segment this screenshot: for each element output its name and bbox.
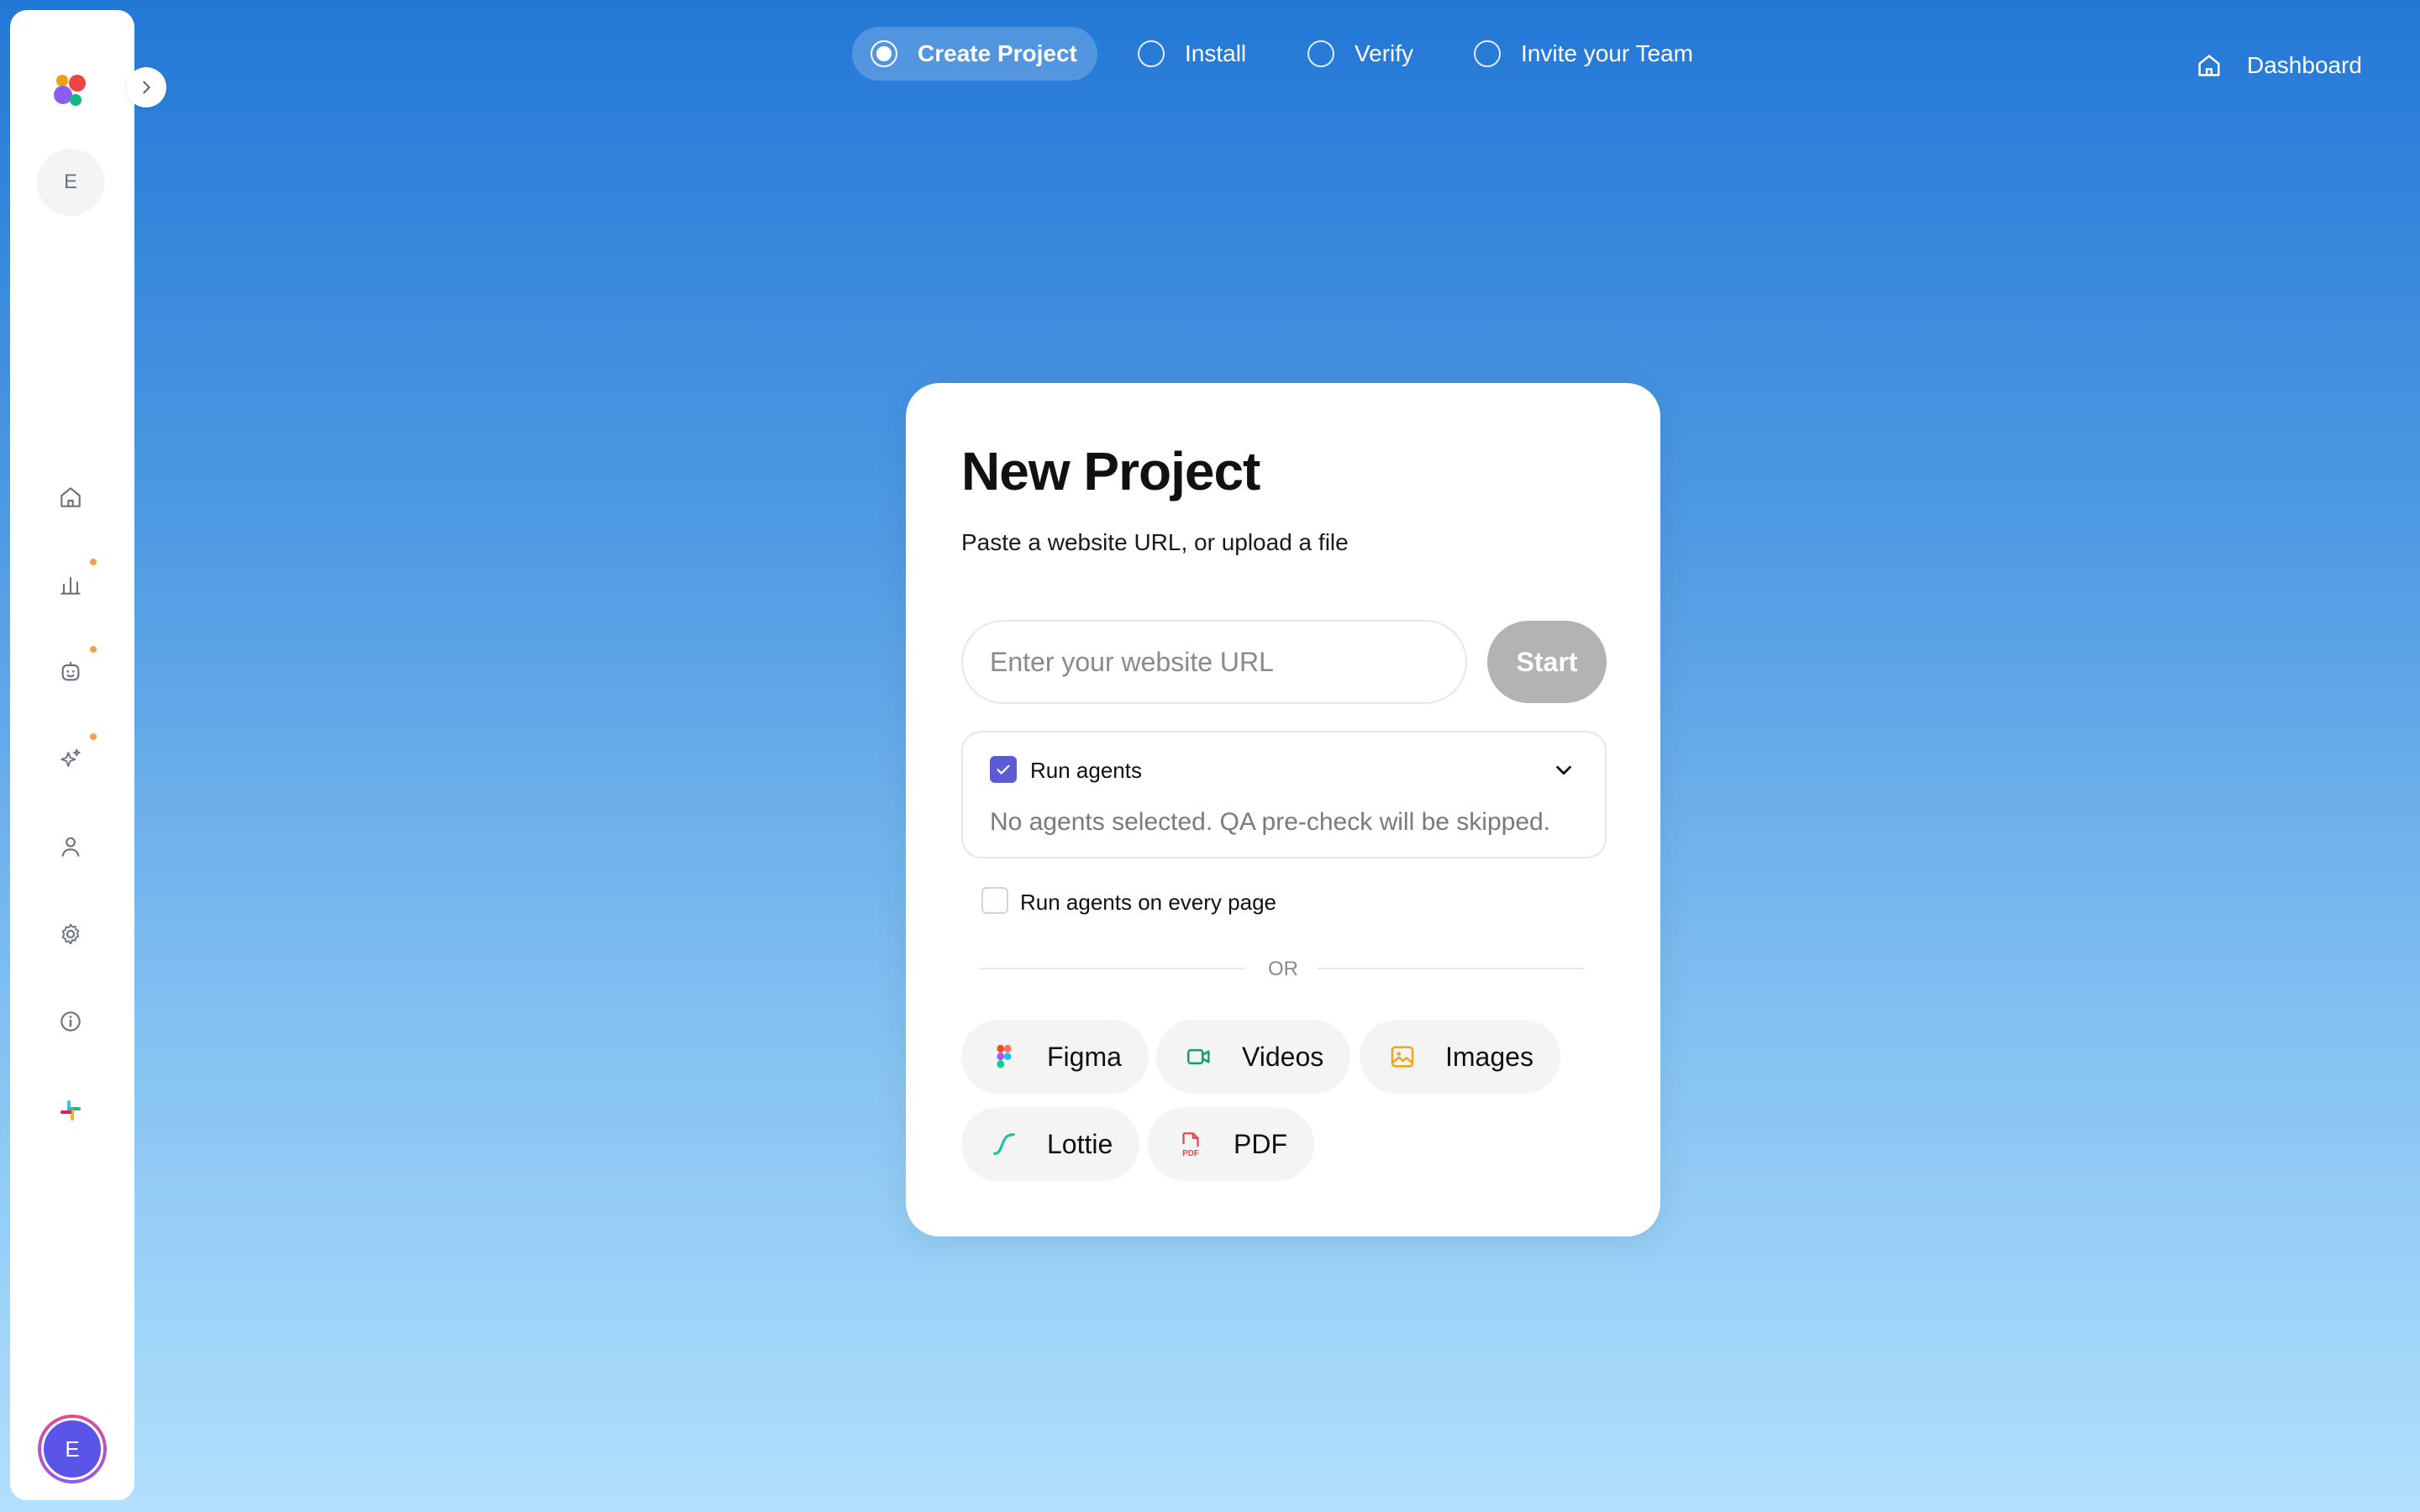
sidebar-expand-button[interactable] <box>126 67 166 108</box>
info-icon <box>60 1011 81 1032</box>
step-label: Invite your Team <box>1521 40 1693 66</box>
step-radio-icon <box>1474 40 1501 67</box>
sidebar: E E <box>10 10 166 1500</box>
run-agents-every-page-checkbox[interactable] <box>981 887 1008 914</box>
run-agents-checkbox[interactable] <box>990 756 1017 783</box>
user-avatar[interactable]: E <box>38 1415 107 1483</box>
step-verify[interactable]: Verify <box>1307 27 1413 81</box>
upload-label: Figma <box>1047 1041 1122 1072</box>
new-indicator-dot <box>90 733 97 740</box>
avatar-initial: E <box>41 1418 103 1480</box>
svg-text:PDF: PDF <box>1182 1149 1199 1158</box>
page-title: New Project <box>961 441 1260 501</box>
checkmark-icon <box>997 764 1010 774</box>
analytics-icon <box>60 576 81 595</box>
new-indicator-dot <box>90 646 97 653</box>
upload-pdf-button[interactable]: PDF PDF <box>1148 1107 1314 1181</box>
sidebar-item-settings[interactable] <box>52 916 89 953</box>
run-agents-panel: Run agents No agents selected. QA pre-ch… <box>961 731 1607 858</box>
sidebar-item-info[interactable] <box>52 1003 89 1040</box>
home-icon <box>2198 55 2220 76</box>
upload-label: PDF <box>1234 1128 1287 1159</box>
run-agents-every-page-label[interactable]: Run agents on every page <box>1020 890 1276 916</box>
new-indicator-dot <box>90 559 97 565</box>
upload-videos-button[interactable]: Videos <box>1156 1020 1351 1094</box>
user-icon <box>61 837 80 857</box>
sidebar-item-ai[interactable] <box>52 741 89 778</box>
website-url-input[interactable] <box>961 620 1467 704</box>
sidebar-item-home[interactable] <box>52 479 89 516</box>
run-agents-label[interactable]: Run agents <box>1030 758 1142 784</box>
image-icon <box>1391 1046 1414 1068</box>
upload-label: Lottie <box>1047 1128 1113 1159</box>
or-divider-text: OR <box>1268 958 1298 980</box>
divider-line-right <box>1318 968 1585 969</box>
page-subtitle: Paste a website URL, or upload a file <box>961 529 1349 555</box>
step-invite-team[interactable]: Invite your Team <box>1474 27 1693 81</box>
gear-icon <box>61 923 80 945</box>
chevron-right-icon <box>143 81 150 94</box>
upload-images-button[interactable]: Images <box>1360 1020 1560 1094</box>
sidebar-item-slack[interactable] <box>52 1092 89 1129</box>
home-icon <box>60 487 81 507</box>
dashboard-label: Dashboard <box>2247 52 2362 78</box>
step-create-project[interactable]: Create Project <box>852 27 1097 81</box>
sidebar-item-agents[interactable] <box>52 654 89 690</box>
upload-label: Images <box>1445 1041 1534 1072</box>
step-active-radio-icon <box>871 40 897 67</box>
agents-status-text: No agents selected. QA pre-check will be… <box>990 808 1551 836</box>
figma-icon <box>997 1044 1012 1068</box>
step-radio-icon <box>1138 40 1165 67</box>
workspace-switcher[interactable]: E <box>37 149 104 216</box>
pdf-icon: PDF <box>1182 1132 1199 1158</box>
agent-bot-icon <box>61 661 80 681</box>
dashboard-link[interactable]: Dashboard <box>2195 49 2362 82</box>
new-project-card: New Project Paste a website URL, or uplo… <box>906 383 1660 1236</box>
step-label: Install <box>1185 40 1247 66</box>
slack-icon <box>60 1100 81 1121</box>
step-label: Create Project <box>918 40 1077 66</box>
upload-label: Videos <box>1242 1041 1324 1072</box>
start-button[interactable]: Start <box>1487 621 1607 703</box>
step-label: Verify <box>1355 40 1414 66</box>
sidebar-item-analytics[interactable] <box>52 566 89 603</box>
chevron-down-icon[interactable] <box>1551 758 1576 783</box>
app-logo-icon[interactable] <box>50 69 91 109</box>
step-radio-icon <box>1307 40 1334 67</box>
sparkles-icon <box>60 748 81 767</box>
lottie-icon <box>993 1133 1015 1155</box>
upload-lottie-button[interactable]: Lottie <box>961 1107 1140 1181</box>
sidebar-item-users[interactable] <box>52 828 89 865</box>
video-icon <box>1186 1048 1210 1065</box>
step-install[interactable]: Install <box>1138 27 1246 81</box>
upload-figma-button[interactable]: Figma <box>961 1020 1149 1094</box>
